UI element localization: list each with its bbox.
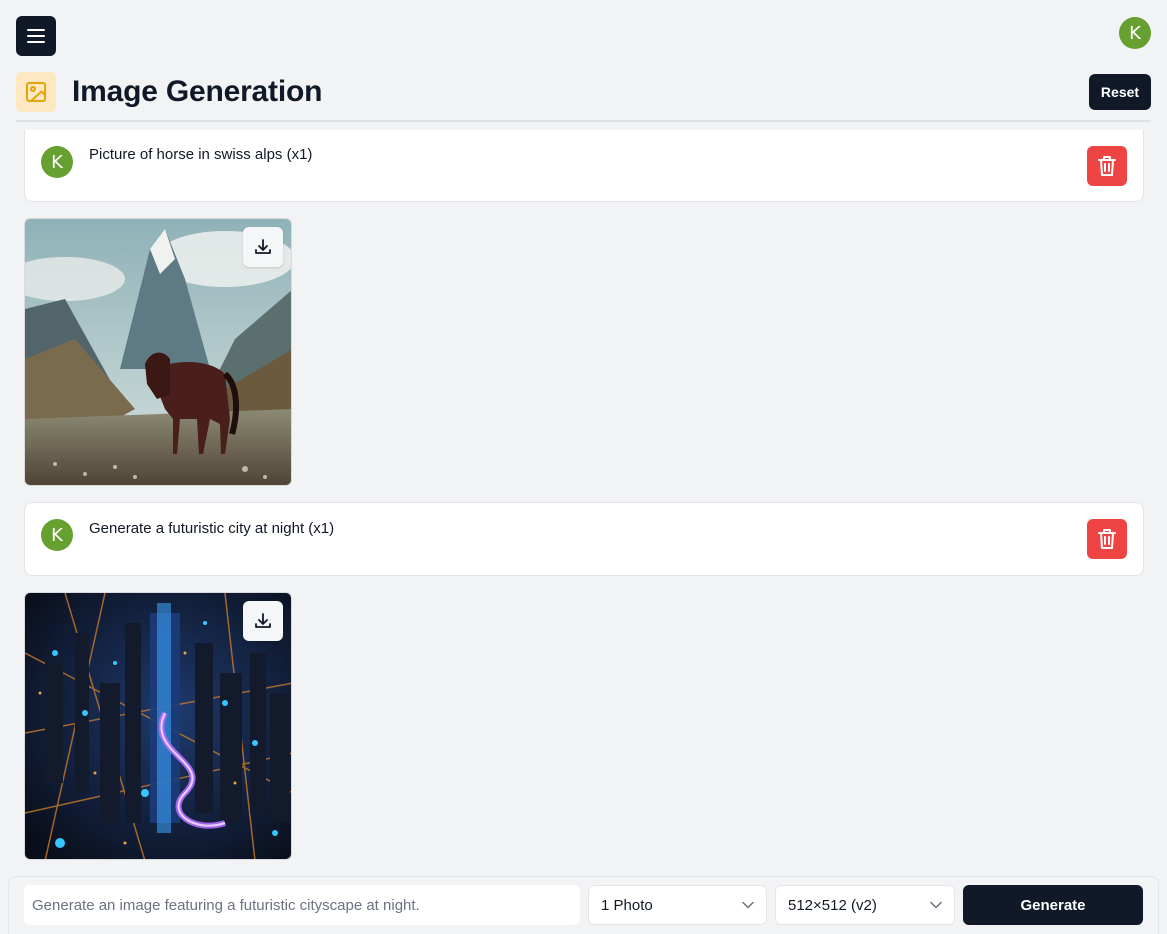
page-title: Image Generation bbox=[72, 75, 323, 108]
prompt-message: K Picture of horse in swiss alps (x1) bbox=[24, 130, 1144, 202]
chevron-down-icon bbox=[742, 901, 754, 909]
avatar: K bbox=[41, 519, 73, 551]
chevron-down-icon bbox=[930, 901, 942, 909]
image-size-select[interactable]: 512×512 (v2) bbox=[775, 885, 955, 925]
delete-button[interactable] bbox=[1087, 519, 1127, 559]
photo-count-select[interactable]: 1 Photo bbox=[588, 885, 767, 925]
generated-image bbox=[24, 218, 292, 486]
image-icon bbox=[16, 72, 56, 112]
trash-icon bbox=[1098, 529, 1116, 549]
header-divider bbox=[16, 120, 1151, 122]
download-button[interactable] bbox=[243, 227, 283, 267]
prompt-message: K Generate a futuristic city at night (x… bbox=[24, 502, 1144, 576]
generate-button[interactable]: Generate bbox=[963, 885, 1143, 925]
menu-button[interactable] bbox=[16, 16, 56, 56]
download-icon bbox=[255, 239, 271, 254]
user-avatar[interactable]: K bbox=[1119, 17, 1151, 49]
reset-button[interactable]: Reset bbox=[1089, 74, 1151, 110]
image-size-value: 512×512 (v2) bbox=[788, 896, 877, 914]
photo-count-value: 1 Photo bbox=[601, 896, 653, 914]
prompt-text: Generate a futuristic city at night (x1) bbox=[89, 520, 335, 537]
download-button[interactable] bbox=[243, 601, 283, 641]
delete-button[interactable] bbox=[1087, 146, 1127, 186]
generated-image bbox=[24, 592, 292, 860]
avatar: K bbox=[41, 146, 73, 178]
hamburger-icon bbox=[27, 29, 45, 43]
prompt-input[interactable] bbox=[24, 885, 580, 925]
prompt-text: Picture of horse in swiss alps (x1) bbox=[89, 146, 313, 163]
download-icon bbox=[255, 613, 271, 628]
trash-icon bbox=[1098, 156, 1116, 176]
